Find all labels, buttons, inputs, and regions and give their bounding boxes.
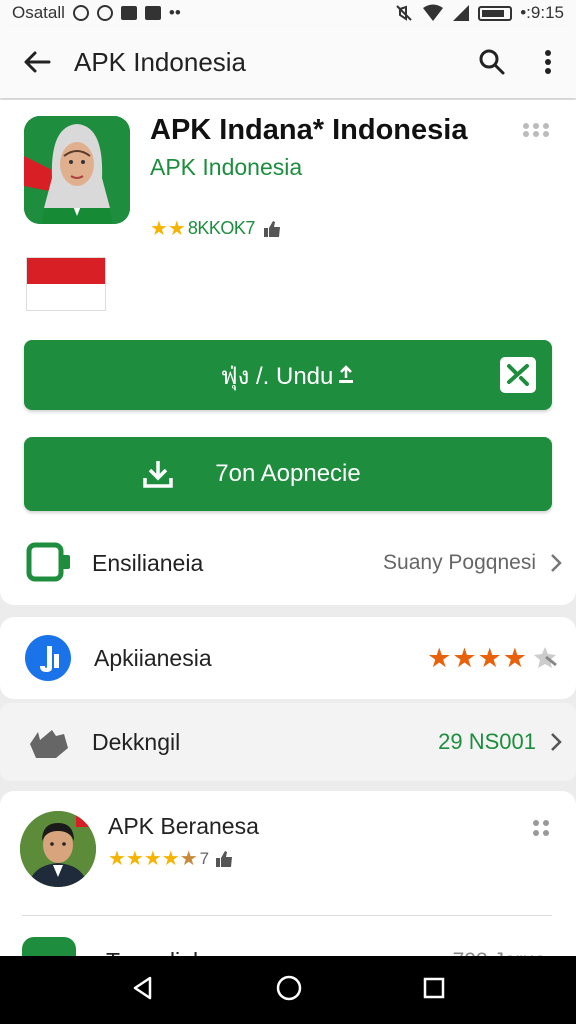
carrier-label: Osatall [12, 3, 65, 22]
rating-text: 8KKOK7 [187, 218, 256, 238]
rating-card[interactable]: Apkiianesia ★★★★ [0, 617, 576, 699]
clock: •:9:15 [520, 3, 564, 22]
app-title: APK Indana* Indonesia [150, 114, 468, 146]
app-notification-icon [120, 6, 137, 20]
thumbs-up-icon [216, 850, 233, 867]
mute-icon [396, 5, 412, 21]
download-icon [143, 461, 173, 488]
avatar-portrait-icon [20, 811, 96, 887]
related-app-avatar [20, 811, 96, 887]
rating-row-label: Apkiianesia [94, 644, 212, 671]
notification-icon [72, 5, 89, 21]
upload-icon [339, 365, 354, 383]
install-button-label: ฟุ่ง /. Undu [220, 362, 334, 390]
app-more-button[interactable] [522, 122, 550, 143]
search-icon [479, 49, 505, 75]
app-developer[interactable]: APK Indonesia [150, 154, 302, 181]
shield-notification-icon [96, 5, 113, 21]
install-button[interactable]: ฟุ่ง /. Undu [24, 340, 552, 410]
verified-check-box[interactable] [500, 357, 536, 393]
indonesia-flag [26, 257, 106, 311]
more-options-button[interactable] [520, 49, 576, 75]
app-store-icon [25, 635, 71, 681]
nav-back-button[interactable] [130, 975, 156, 1006]
nav-home-icon [276, 975, 302, 1000]
related-app-info: APK Beranesa ★★★★ ★ 7 [108, 813, 259, 871]
grid-dots-icon [533, 820, 549, 836]
battery-icon [478, 5, 513, 21]
download-count-card[interactable]: Dekkngil 29 NS001 [0, 703, 576, 781]
related-rating-suffix: 7 [199, 848, 210, 868]
checkmark-icon [507, 364, 529, 386]
download-apk-button[interactable]: 7on Aopnecie [24, 437, 552, 511]
related-half-star: ★ [179, 848, 198, 870]
app-logo[interactable] [24, 116, 130, 224]
back-button[interactable] [0, 50, 74, 74]
chevron-right-icon [536, 553, 576, 573]
page-title: APK Indonesia [74, 46, 247, 77]
app-notification-icon-2 [144, 6, 161, 20]
related-app-title: APK Beranesa [108, 813, 259, 839]
status-bar: Osatall •• •:9:15 [0, 0, 576, 26]
app-header-card: APK Indana* Indonesia APK Indonesia ★★ 8… [0, 100, 576, 605]
nav-back-icon [133, 976, 151, 999]
related-more-button[interactable] [532, 819, 550, 842]
download-count-label: Dekkngil [92, 728, 181, 755]
search-button[interactable] [464, 48, 520, 76]
more-notifications-icon: •• [168, 3, 181, 22]
download-count-value: 29 NS001 [438, 729, 536, 754]
system-nav-bar [0, 956, 576, 1024]
divider [22, 915, 552, 916]
app-info-icon [26, 542, 70, 582]
signal-icon [453, 5, 470, 21]
more-vert-icon [545, 50, 551, 74]
download-count-row[interactable]: Dekkngil 29 NS001 [0, 717, 576, 767]
nav-recents-icon [424, 977, 445, 998]
nav-home-button[interactable] [275, 974, 303, 1007]
wifi-icon [423, 4, 444, 21]
rating-stars: ★★ [150, 218, 186, 240]
app-logo-portrait-icon [24, 116, 130, 224]
app-rating: ★★ 8KKOK7 [150, 216, 281, 241]
back-arrow-icon [24, 51, 51, 73]
info-row-label: Ensilianeia [92, 549, 204, 576]
share-icon [534, 647, 557, 668]
rating-row[interactable]: Apkiianesia ★★★★ [0, 633, 576, 683]
related-stars: ★★★★ [108, 848, 180, 870]
chevron-right-icon [536, 732, 576, 752]
related-app-rating: ★★★★ ★ 7 [108, 846, 259, 871]
app-bar: APK Indonesia [0, 26, 576, 98]
hand-icon [30, 730, 68, 758]
info-row[interactable]: Ensilianeia Suany Pogqnesi [0, 538, 576, 588]
nav-recents-button[interactable] [422, 976, 446, 1005]
grid-dots-icon [523, 123, 549, 137]
thumbs-up-icon [263, 220, 280, 237]
info-row-value: Suany Pogqnesi [383, 551, 536, 574]
related-app-row[interactable]: APK Beranesa ★★★★ ★ 7 [0, 811, 576, 887]
rating-row-stars: ★★★★ [427, 642, 528, 673]
download-apk-label: 7on Aopnecie [215, 460, 361, 487]
